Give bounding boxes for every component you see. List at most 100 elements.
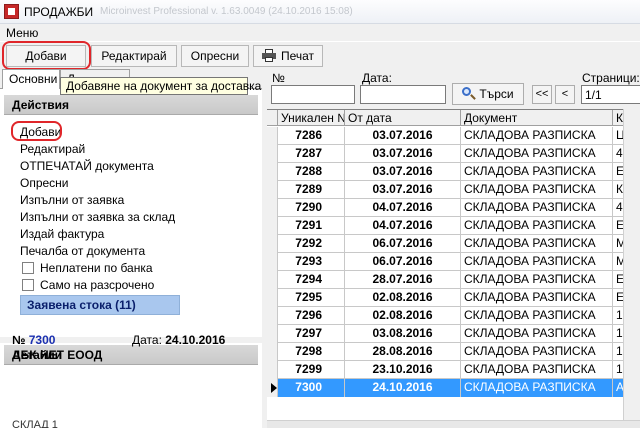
window-title: ПРОДАЖБИ bbox=[24, 5, 94, 19]
column-header-id[interactable]: Уникален № bbox=[278, 110, 345, 126]
cell-id: 7291 bbox=[278, 217, 345, 235]
installments-checkbox[interactable] bbox=[22, 279, 34, 291]
pages-label: Страници: bbox=[582, 71, 640, 85]
table-row[interactable]: 729004.07.2016СКЛАДОВА РАЗПИСКА4 ФИ bbox=[267, 199, 640, 217]
documents-grid: Уникален № От дата Документ Клие 728603.… bbox=[267, 109, 640, 428]
table-row[interactable]: 729602.08.2016СКЛАДОВА РАЗПИСКА127 bbox=[267, 307, 640, 325]
cell-date: 03.07.2016 bbox=[345, 181, 461, 199]
detail-date-value: 24.10.2016 bbox=[165, 333, 226, 347]
menu-main[interactable]: Меню bbox=[6, 26, 38, 40]
installments-label: Само на разсрочено bbox=[40, 278, 155, 292]
date-filter-label: Дата: bbox=[362, 71, 392, 85]
cell-document: СКЛАДОВА РАЗПИСКА bbox=[461, 271, 613, 289]
edit-button[interactable]: Редактирай bbox=[91, 45, 177, 67]
menu-bar: Меню bbox=[0, 24, 640, 41]
cell-document: СКЛАДОВА РАЗПИСКА bbox=[461, 253, 613, 271]
tab-main[interactable]: Основни bbox=[2, 69, 60, 89]
cell-id: 7299 bbox=[278, 361, 345, 379]
pages-input[interactable]: 1/1 bbox=[581, 85, 640, 104]
prev-page-button[interactable]: < bbox=[555, 85, 575, 104]
number-filter-input[interactable] bbox=[271, 85, 355, 104]
row-indicator[interactable] bbox=[267, 271, 278, 289]
table-row[interactable]: 728603.07.2016СКЛАДОВА РАЗПИСКАЦанк bbox=[267, 127, 640, 145]
window-subtitle: Microinvest Professional v. 1.63.0049 (2… bbox=[100, 6, 353, 17]
horizontal-scrollbar[interactable] bbox=[267, 420, 640, 428]
row-indicator[interactable] bbox=[267, 199, 278, 217]
cell-date: 28.07.2016 bbox=[345, 271, 461, 289]
action-print-document[interactable]: ОТПЕЧАТАЙ документа bbox=[20, 159, 154, 173]
column-header-document[interactable]: Документ bbox=[461, 110, 613, 126]
row-indicator[interactable] bbox=[267, 181, 278, 199]
table-row[interactable]: 729923.10.2016СКЛАДОВА РАЗПИСКА127 bbox=[267, 361, 640, 379]
row-indicator[interactable] bbox=[267, 217, 278, 235]
unpaid-filter[interactable]: Неплатени по банка bbox=[22, 261, 153, 275]
cell-id: 7295 bbox=[278, 289, 345, 307]
cell-id: 7287 bbox=[278, 145, 345, 163]
row-indicator[interactable] bbox=[267, 379, 278, 397]
cell-id: 7297 bbox=[278, 325, 345, 343]
table-row[interactable]: 730024.10.2016СКЛАДОВА РАЗПИСКААБК bbox=[267, 379, 640, 397]
cell-date: 28.08.2016 bbox=[345, 343, 461, 361]
vertical-scrollbar[interactable] bbox=[623, 109, 640, 428]
unpaid-label: Неплатени по банка bbox=[40, 261, 153, 275]
refresh-button[interactable]: Опресни bbox=[181, 45, 249, 67]
number-filter-label: № bbox=[272, 71, 285, 85]
row-indicator[interactable] bbox=[267, 289, 278, 307]
action-document-profit[interactable]: Печалба от документа bbox=[20, 244, 145, 258]
cell-document: СКЛАДОВА РАЗПИСКА bbox=[461, 127, 613, 145]
printer-icon bbox=[261, 49, 276, 62]
current-row-arrow-icon bbox=[271, 383, 277, 393]
table-row[interactable]: 729306.07.2016СКЛАДОВА РАЗПИСКАMAK bbox=[267, 253, 640, 271]
detail-company: АБК НЕТ ЕООД bbox=[12, 348, 103, 362]
search-button[interactable]: Търси bbox=[452, 83, 524, 105]
table-row[interactable]: 729828.08.2016СКЛАДОВА РАЗПИСКА127 bbox=[267, 343, 640, 361]
table-row[interactable]: 729703.08.2016СКЛАДОВА РАЗПИСКА127 bbox=[267, 325, 640, 343]
row-indicator[interactable] bbox=[267, 235, 278, 253]
action-fulfill-warehouse-order[interactable]: Изпълни от заявка за склад bbox=[20, 210, 175, 224]
cell-id: 7294 bbox=[278, 271, 345, 289]
cell-document: СКЛАДОВА РАЗПИСКА bbox=[461, 307, 613, 325]
cell-date: 02.08.2016 bbox=[345, 307, 461, 325]
print-button[interactable]: Печат bbox=[253, 45, 323, 67]
cell-document: СКЛАДОВА РАЗПИСКА bbox=[461, 325, 613, 343]
cell-id: 7290 bbox=[278, 199, 345, 217]
cell-document: СКЛАДОВА РАЗПИСКА bbox=[461, 379, 613, 397]
row-indicator[interactable] bbox=[267, 325, 278, 343]
cell-id: 7296 bbox=[278, 307, 345, 325]
cell-document: СКЛАДОВА РАЗПИСКА bbox=[461, 217, 613, 235]
table-row[interactable]: 729428.07.2016СКЛАДОВА РАЗПИСКАELEC bbox=[267, 271, 640, 289]
action-refresh[interactable]: Опресни bbox=[20, 176, 69, 190]
unpaid-checkbox[interactable] bbox=[22, 262, 34, 274]
row-indicator[interactable] bbox=[267, 307, 278, 325]
ordered-goods-button[interactable]: Заявена стока (11) bbox=[20, 295, 180, 315]
table-row[interactable]: 728903.07.2016СКЛАДОВА РАЗПИСКАКаца bbox=[267, 181, 640, 199]
app-icon bbox=[4, 4, 19, 19]
cell-document: СКЛАДОВА РАЗПИСКА bbox=[461, 235, 613, 253]
cell-id: 7300 bbox=[278, 379, 345, 397]
cell-document: СКЛАДОВА РАЗПИСКА bbox=[461, 145, 613, 163]
date-filter-input[interactable] bbox=[360, 85, 446, 104]
row-indicator[interactable] bbox=[267, 145, 278, 163]
installments-filter[interactable]: Само на разсрочено bbox=[22, 278, 154, 292]
table-row[interactable]: 729206.07.2016СКЛАДОВА РАЗПИСКАMAK bbox=[267, 235, 640, 253]
column-header-date[interactable]: От дата bbox=[345, 110, 461, 126]
table-row[interactable]: 728703.07.2016СКЛАДОВА РАЗПИСКА4 ФИ bbox=[267, 145, 640, 163]
table-row[interactable]: 728803.07.2016СКЛАДОВА РАЗПИСКАELEC bbox=[267, 163, 640, 181]
detail-next-line: СКЛАД 1 bbox=[12, 419, 58, 428]
row-indicator[interactable] bbox=[267, 163, 278, 181]
table-row[interactable]: 729502.08.2016СКЛАДОВА РАЗПИСКАELEC bbox=[267, 289, 640, 307]
print-button-label: Печат bbox=[280, 49, 315, 63]
first-page-button[interactable]: << bbox=[532, 85, 552, 104]
cell-id: 7288 bbox=[278, 163, 345, 181]
grid-header: Уникален № От дата Документ Клие bbox=[267, 110, 640, 126]
action-fulfill-order[interactable]: Изпълни от заявка bbox=[20, 193, 124, 207]
row-indicator[interactable] bbox=[267, 253, 278, 271]
detail-number-value: 7300 bbox=[28, 333, 56, 347]
table-row[interactable]: 729104.07.2016СКЛАДОВА РАЗПИСКАET T bbox=[267, 217, 640, 235]
row-indicator[interactable] bbox=[267, 361, 278, 379]
row-indicator[interactable] bbox=[267, 127, 278, 145]
row-indicator[interactable] bbox=[267, 343, 278, 361]
search-button-label: Търси bbox=[479, 87, 514, 101]
action-issue-invoice[interactable]: Издай фактура bbox=[20, 227, 104, 241]
action-edit[interactable]: Редактирай bbox=[20, 142, 85, 156]
